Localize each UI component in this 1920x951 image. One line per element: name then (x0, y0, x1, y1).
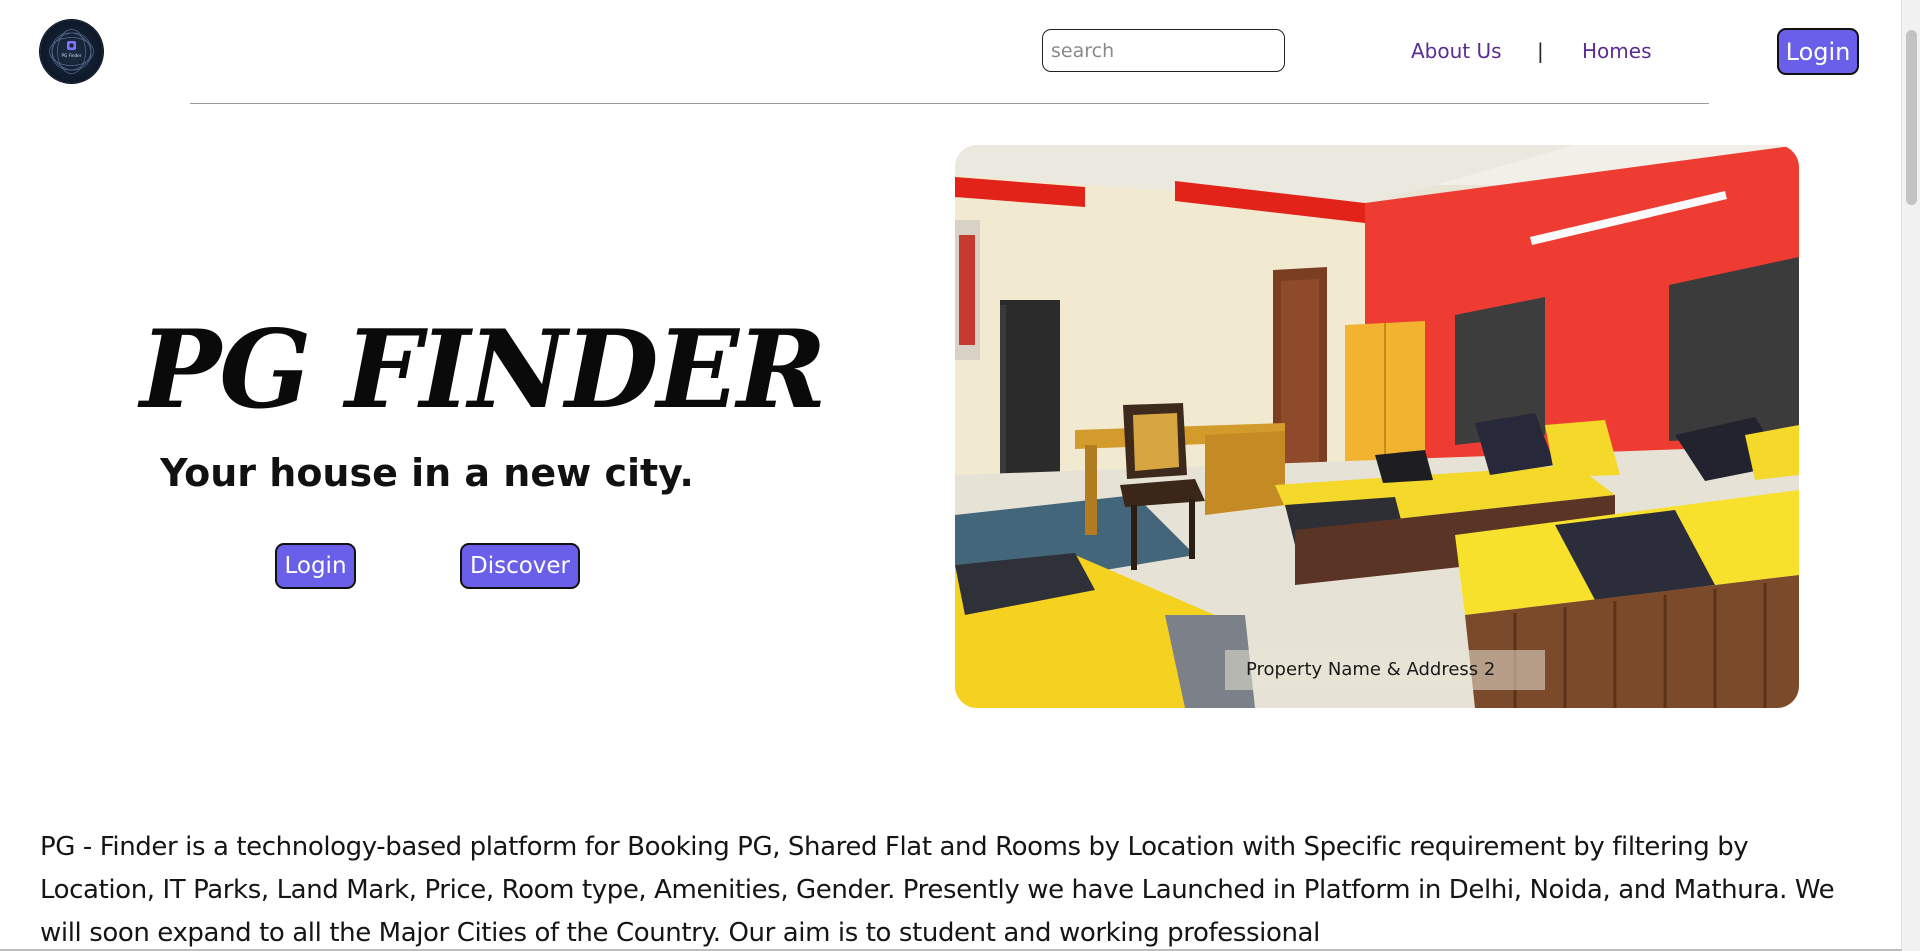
site-logo[interactable]: PG Finder (40, 20, 103, 83)
header-divider (190, 103, 1709, 104)
hero-subtitle: Your house in a new city. (160, 451, 694, 495)
pg-finder-logo-icon: PG Finder (49, 29, 94, 74)
property-image[interactable] (955, 145, 1799, 708)
scrollbar-thumb[interactable] (1906, 30, 1917, 205)
about-paragraph: PG - Finder is a technology-based platfo… (40, 832, 1835, 948)
page-scrollbar[interactable] (1901, 0, 1920, 951)
room-illustration (955, 145, 1799, 708)
property-caption: Property Name & Address 2 (1246, 659, 1496, 680)
logo-text: PG Finder (62, 53, 82, 58)
page: PG Finder About Us | Homes Login PG FIND… (0, 0, 1920, 951)
search-input[interactable] (1042, 29, 1285, 72)
nav-separator: | (1537, 39, 1544, 63)
discover-button[interactable]: Discover (460, 543, 580, 589)
header-login-button[interactable]: Login (1777, 28, 1859, 75)
hero-title: PG FINDER (140, 307, 827, 433)
nav-about-us-link[interactable]: About Us (1411, 37, 1502, 65)
hero-login-button[interactable]: Login (275, 543, 356, 589)
nav-homes-link[interactable]: Homes (1582, 37, 1651, 65)
